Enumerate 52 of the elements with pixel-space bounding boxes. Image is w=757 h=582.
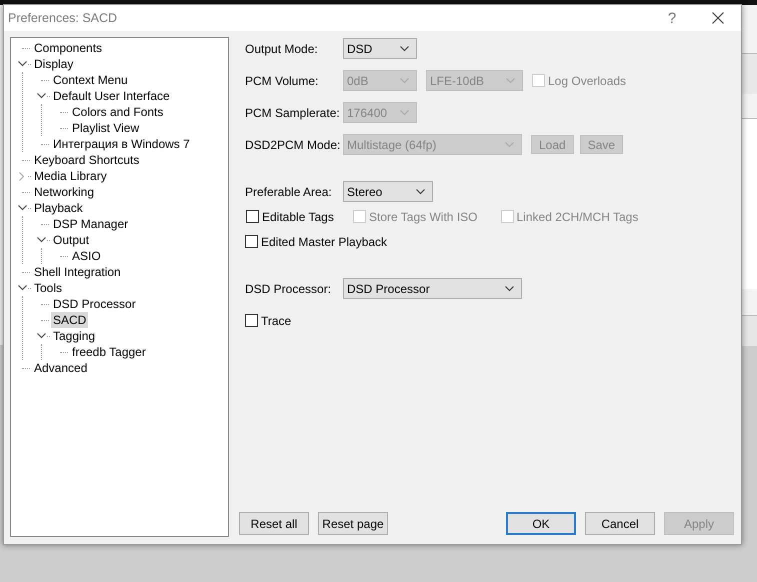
- chevron-down-icon: [400, 46, 409, 52]
- field-label: DSD2PCM Mode:: [245, 138, 342, 152]
- tree-item[interactable]: Shell Integration: [32, 264, 123, 280]
- window-title: Preferences: SACD: [8, 11, 118, 25]
- tree-item[interactable]: SACD: [51, 312, 88, 328]
- tree-item[interactable]: Интеграция в Windows 7: [51, 136, 192, 152]
- field-label: PCM Samplerate:: [245, 106, 341, 120]
- field-label: DSD Processor:: [245, 282, 332, 296]
- tree-item[interactable]: Tools: [32, 280, 64, 296]
- dialog-button[interactable]: Cancel: [585, 512, 655, 535]
- checkbox[interactable]: Edited Master Playback: [245, 234, 388, 250]
- dropdown[interactable]: Stereo: [343, 181, 433, 202]
- checkbox[interactable]: Editable Tags: [246, 208, 344, 224]
- dropdown[interactable]: DSD: [343, 38, 417, 59]
- tree-item[interactable]: Networking: [32, 184, 96, 200]
- tree-item[interactable]: Colors and Fonts: [70, 104, 166, 120]
- tree-item[interactable]: Playlist View: [70, 120, 142, 136]
- tree-item[interactable]: Advanced: [32, 360, 90, 376]
- tree-item[interactable]: Tagging: [51, 328, 98, 344]
- chevron-down-icon[interactable]: [36, 93, 46, 99]
- help-button[interactable]: ?: [649, 10, 695, 26]
- tree-item[interactable]: Media Library: [32, 168, 109, 184]
- dialog-button[interactable]: Reset page: [318, 512, 388, 535]
- chevron-down-icon: [506, 78, 515, 84]
- chevron-down-icon[interactable]: [18, 205, 26, 211]
- chevron-down-icon: [505, 286, 514, 292]
- tree-item[interactable]: Default User Interface: [51, 88, 172, 104]
- dropdown[interactable]: DSD Processor: [343, 278, 522, 299]
- tree-item[interactable]: ASIO: [70, 248, 103, 264]
- tree-item[interactable]: Keyboard Shortcuts: [32, 152, 142, 168]
- tree-item[interactable]: Context Menu: [51, 72, 130, 88]
- tree-item[interactable]: Output: [51, 232, 92, 248]
- field-label: Preferable Area:: [245, 184, 333, 198]
- chevron-down-icon: [400, 110, 409, 116]
- chevron-down-icon: [400, 78, 409, 84]
- tree-item[interactable]: Display: [32, 56, 76, 72]
- field-label: Output Mode:: [245, 42, 319, 56]
- tree-item[interactable]: Playback: [32, 200, 85, 216]
- tree-item[interactable]: Components: [32, 40, 104, 56]
- field-label: PCM Volume:: [245, 74, 320, 88]
- chevron-down-icon[interactable]: [36, 237, 46, 243]
- chevron-down-icon[interactable]: [36, 333, 46, 339]
- checkbox[interactable]: Trace: [245, 312, 292, 328]
- chevron-down-icon[interactable]: [18, 285, 26, 291]
- tree-item[interactable]: DSP Manager: [51, 216, 130, 232]
- dialog-button[interactable]: OK: [506, 512, 576, 535]
- chevron-down-icon[interactable]: [18, 61, 26, 67]
- tree-item[interactable]: freedb Tagger: [70, 344, 148, 360]
- chevron-down-icon: [416, 188, 425, 194]
- dialog-button[interactable]: Reset all: [239, 512, 309, 535]
- tree-item[interactable]: DSD Processor: [51, 296, 138, 312]
- chevron-down-icon: [505, 142, 514, 148]
